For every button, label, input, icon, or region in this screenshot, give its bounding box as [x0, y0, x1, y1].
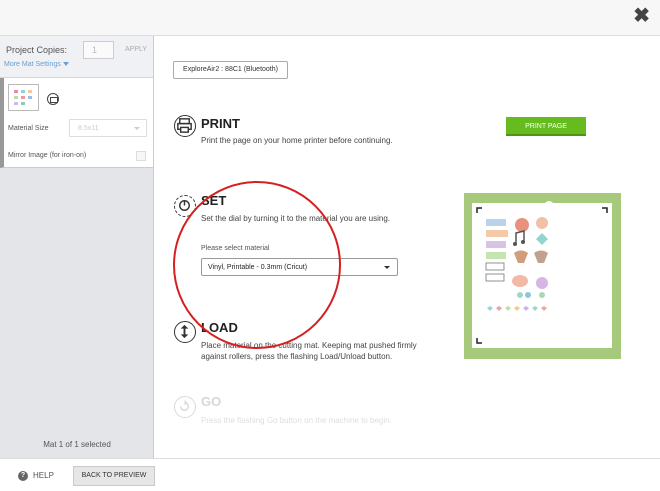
load-unload-icon	[174, 321, 196, 343]
apply-button[interactable]: APPLY	[125, 46, 147, 53]
project-copies-label: Project Copies:	[6, 45, 68, 55]
more-mat-settings-label: More Mat Settings	[4, 61, 61, 68]
print-description: Print the page on your home printer befo…	[201, 136, 393, 145]
project-copies-input[interactable]	[83, 41, 114, 59]
mat-preview-sheet	[472, 201, 612, 348]
mat-thumbnail[interactable]	[8, 84, 39, 111]
bottom-bar: ? HELP BACK TO PREVIEW	[0, 458, 660, 491]
go-icon	[174, 396, 196, 418]
thumb-dot	[28, 90, 32, 93]
material-select[interactable]: Vinyl, Printable - 0.3mm (Cricut)	[201, 258, 398, 276]
mat-count: Mat 1 of 1 selected	[43, 440, 111, 449]
thumb-dot	[14, 96, 18, 99]
thumb-dot	[21, 102, 25, 105]
printer-icon	[47, 93, 59, 105]
mat-preview	[464, 193, 621, 359]
project-copies-section: Project Copies: APPLY More Mat Settings	[0, 36, 153, 78]
material-select-label: Please select material	[201, 245, 270, 252]
go-title: GO	[201, 394, 222, 409]
material-select-value: Vinyl, Printable - 0.3mm (Cricut)	[208, 264, 308, 271]
back-to-preview-button[interactable]: BACK TO PREVIEW	[73, 466, 155, 486]
mirror-image-label: Mirror Image (for iron-on)	[8, 152, 87, 159]
device-selector-button[interactable]: ExploreAir2 : 88C1 (Bluetooth)	[173, 61, 288, 79]
thumb-dot	[14, 90, 18, 93]
set-title: SET	[201, 193, 227, 208]
thumb-dot	[21, 96, 25, 99]
print-page-button[interactable]: PRINT PAGE	[506, 117, 586, 136]
caret-down-icon	[62, 62, 69, 67]
load-description: Place material on the cutting mat. Keepi…	[201, 341, 417, 361]
mirror-image-checkbox[interactable]	[136, 151, 146, 161]
dial-icon	[174, 195, 196, 217]
material-size-label: Material Size	[8, 125, 49, 132]
load-title: LOAD	[201, 320, 238, 335]
thumb-dot	[14, 102, 18, 105]
set-description: Set the dial by turning it to the materi…	[201, 214, 390, 223]
print-title: PRINT	[201, 116, 240, 131]
help-link[interactable]: HELP	[33, 471, 54, 480]
main-panel: ExploreAir2 : 88C1 (Bluetooth) PRINT Pri…	[155, 36, 660, 458]
printer-icon	[174, 115, 196, 137]
mat-preview-artwork	[476, 207, 608, 344]
thumb-dot	[21, 90, 25, 93]
more-mat-settings-link[interactable]: More Mat Settings	[4, 61, 69, 68]
help-icon[interactable]: ?	[18, 471, 28, 481]
top-bar: ✖	[0, 0, 660, 36]
go-description: Press the flashing Go button on the mach…	[201, 416, 392, 425]
mat-card[interactable]: Material Size 8.5x11 Mirror Image (for i…	[0, 78, 153, 168]
sidebar: Project Copies: APPLY More Mat Settings …	[0, 36, 154, 458]
material-size-select[interactable]: 8.5x11	[69, 119, 147, 137]
close-x-icon[interactable]: ✖	[633, 6, 650, 26]
thumb-dot	[28, 96, 32, 99]
caret-down-icon	[384, 266, 390, 269]
